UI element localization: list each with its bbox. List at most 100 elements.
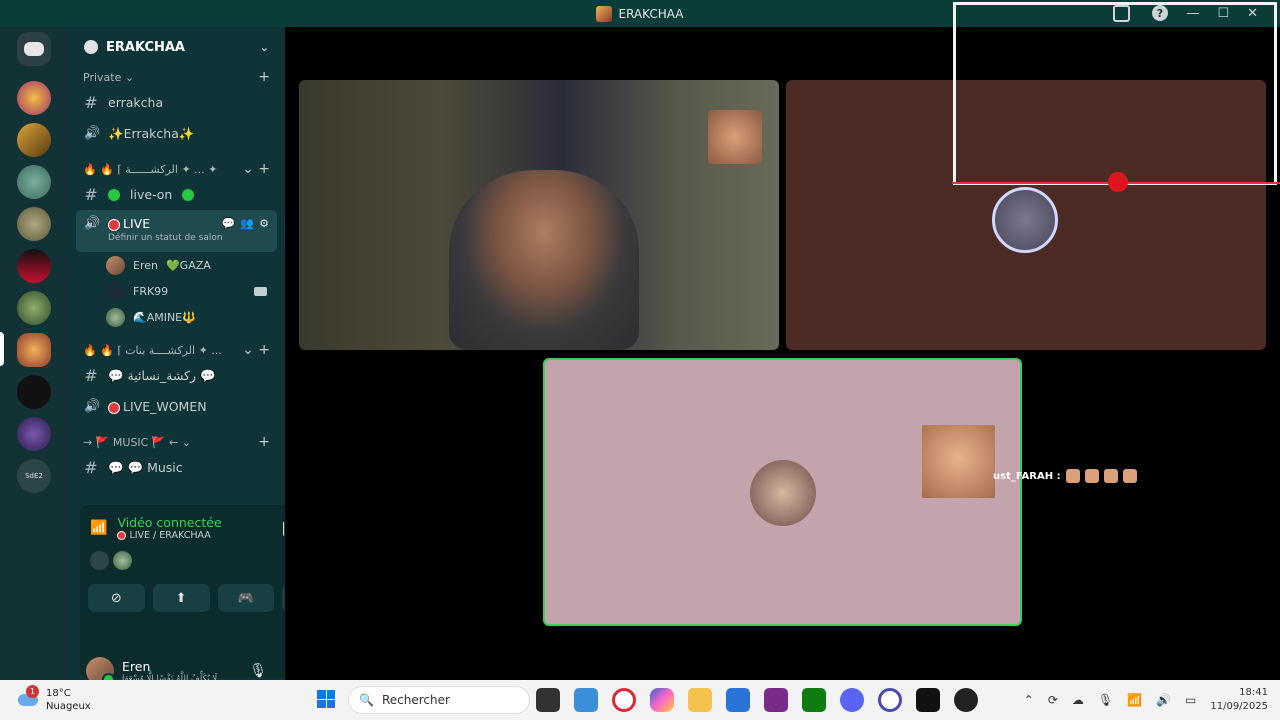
channel-live-on[interactable]: # live-on (76, 179, 277, 210)
avatar (106, 281, 125, 301)
channel-label: errakcha (108, 95, 164, 110)
system-tray: ⌃ ⟳ ☁ 🎙 📶 🔊 ▭ 18:41 11/09/2025 (1024, 680, 1268, 720)
avatar (750, 460, 816, 526)
channel-errakcha[interactable]: # errakcha (76, 87, 277, 118)
server-badge-icon (84, 40, 98, 54)
user-name: Eren (122, 658, 151, 674)
hash-icon: # (84, 185, 98, 204)
category-label: 🔥 🔥 ⌈ الركشــــــة ✦ ... ✦ (83, 162, 218, 176)
channel-live-active[interactable]: 🔊 LIVE 💬 👥 ⚙ Définir un statut de salon (76, 210, 277, 252)
emoji-face (1103, 469, 1118, 483)
notification-badge: 1 (26, 685, 39, 698)
hash-icon: # (84, 93, 98, 112)
volume-icon[interactable]: 🔊 (1156, 693, 1171, 707)
hash-icon: # (84, 458, 98, 477)
windows-start-icon[interactable] (317, 690, 335, 708)
time: 18:41 (1239, 687, 1268, 698)
task-view-icon[interactable] (536, 688, 560, 712)
discord-icon (24, 42, 44, 56)
server-icon-5[interactable] (17, 249, 51, 283)
podcast-app-icon[interactable] (764, 688, 788, 712)
channel-women-text[interactable]: # 💬 ركشة_نسائية 💬 (76, 360, 277, 391)
channel-label: 💬 💬 Music (108, 459, 183, 475)
discord-icon[interactable] (840, 688, 864, 712)
video-stage: ust_FARAH : (285, 2, 1280, 680)
opera-icon[interactable] (612, 688, 636, 712)
server-icon (596, 5, 613, 22)
invite-icon[interactable]: 👥 (240, 217, 254, 230)
server-name: ERAKCHAA (106, 39, 185, 55)
voice-status: Vidéo connectée (117, 515, 222, 530)
voice-channel[interactable]: LIVE / ERAKCHAA (129, 530, 210, 541)
copilot-icon[interactable] (650, 688, 674, 712)
home-button[interactable] (17, 32, 51, 66)
category-2[interactable]: 🔥 🔥 ⌈ الركشــــــة ✦ ... ✦ ⌄ + (68, 159, 285, 179)
channel-music[interactable]: # 💬 💬 Music (76, 452, 277, 483)
microphone-icon[interactable]: 🎙 (1098, 693, 1113, 707)
app-icon[interactable] (954, 688, 978, 712)
gear-icon[interactable]: ⚙ (259, 217, 269, 230)
timeline-handle[interactable] (1108, 172, 1128, 192)
emoji-face (1122, 469, 1137, 483)
add-channel-icon[interactable]: + (258, 434, 270, 450)
folder-icon[interactable] (688, 688, 712, 712)
category-3[interactable]: 🔥 🔥 ⌈ الركشــــة بنات ✦ ... ⌄ + (68, 340, 285, 360)
category-label: 🔥 🔥 ⌈ الركشــــة بنات ✦ ... (83, 343, 222, 357)
category-music[interactable]: → 🚩 MUSIC 🚩 ← ⌄ + (68, 432, 285, 452)
add-channel-icon[interactable]: ⌄ + (242, 161, 270, 177)
xbox-icon[interactable] (802, 688, 826, 712)
server-icon-3[interactable] (17, 165, 51, 199)
nvidia-icon[interactable] (916, 688, 940, 712)
microphone-icon[interactable]: 🎙 (249, 663, 267, 679)
channel-errakcha-voice[interactable]: 🔊 ✨Errakcha✨ (76, 118, 277, 149)
voice-member[interactable]: 🌊AMINE🔱 (68, 304, 285, 330)
onedrive-icon[interactable]: ☁ (1072, 693, 1084, 707)
channel-label: LIVE (123, 216, 151, 231)
activity-button[interactable]: 🎮 (217, 584, 275, 612)
server-icon-2[interactable] (17, 123, 51, 157)
server-icon-1[interactable] (17, 81, 51, 115)
category-private[interactable]: Private ⌄ + (68, 67, 285, 87)
opera-gx-icon[interactable] (878, 688, 902, 712)
floating-window[interactable] (952, 2, 1280, 192)
wifi-icon[interactable]: 📶 (1127, 693, 1142, 707)
battery-icon[interactable]: ▭ (1185, 693, 1196, 707)
server-icon-active[interactable] (17, 333, 51, 367)
photos-app-icon[interactable] (574, 688, 598, 712)
channel-live-women[interactable]: 🔊 LIVE_WOMEN (76, 391, 277, 422)
screen-share-button[interactable]: ⬆ (152, 584, 210, 612)
red-circle-icon (108, 401, 120, 414)
add-channel-icon[interactable]: ⌄ + (242, 342, 270, 358)
add-channel-icon[interactable]: + (258, 69, 270, 85)
voice-member[interactable]: Eren 💚GAZA (68, 252, 285, 278)
window-title: ERAKCHAA (596, 5, 684, 22)
server-icon-6[interactable] (17, 291, 51, 325)
voice-member[interactable]: FRK99 (68, 278, 285, 304)
server-icon-10[interactable]: SdE2 (17, 459, 51, 493)
speaker-icon: 🔊 (84, 216, 101, 231)
avatar (106, 307, 125, 327)
member-name: 🌊AMINE🔱 (133, 310, 196, 324)
weather-widget[interactable]: 1 18°C Nuageux (0, 685, 300, 713)
member-name: Eren (133, 258, 158, 272)
green-circle-icon (182, 188, 195, 201)
sync-icon[interactable]: ⟳ (1048, 693, 1058, 707)
chat-icon[interactable]: 💬 (222, 217, 236, 230)
store-icon[interactable] (726, 688, 750, 712)
video-tile-camera[interactable] (299, 80, 779, 350)
chevron-up-icon[interactable]: ⌃ (1024, 693, 1034, 707)
taskbar-search[interactable]: 🔍 Rechercher (348, 686, 530, 714)
channel-label: LIVE_WOMEN (123, 399, 207, 414)
server-icon-9[interactable] (17, 417, 51, 451)
emoji-face (1065, 469, 1080, 483)
channel-status-placeholder[interactable]: Définir un statut de salon (84, 233, 223, 243)
window-title-text: ERAKCHAA (618, 6, 684, 21)
avatar (90, 551, 109, 570)
active-server-indicator (0, 332, 4, 366)
server-header[interactable]: ERAKCHAA ⌄ (68, 27, 285, 67)
server-icon-4[interactable] (17, 207, 51, 241)
server-icon-8[interactable] (17, 375, 51, 409)
clock[interactable]: 18:41 11/09/2025 (1210, 686, 1268, 714)
camera-off-button[interactable]: ⊘ (88, 584, 145, 612)
signal-icon[interactable]: 📶 (90, 520, 107, 536)
